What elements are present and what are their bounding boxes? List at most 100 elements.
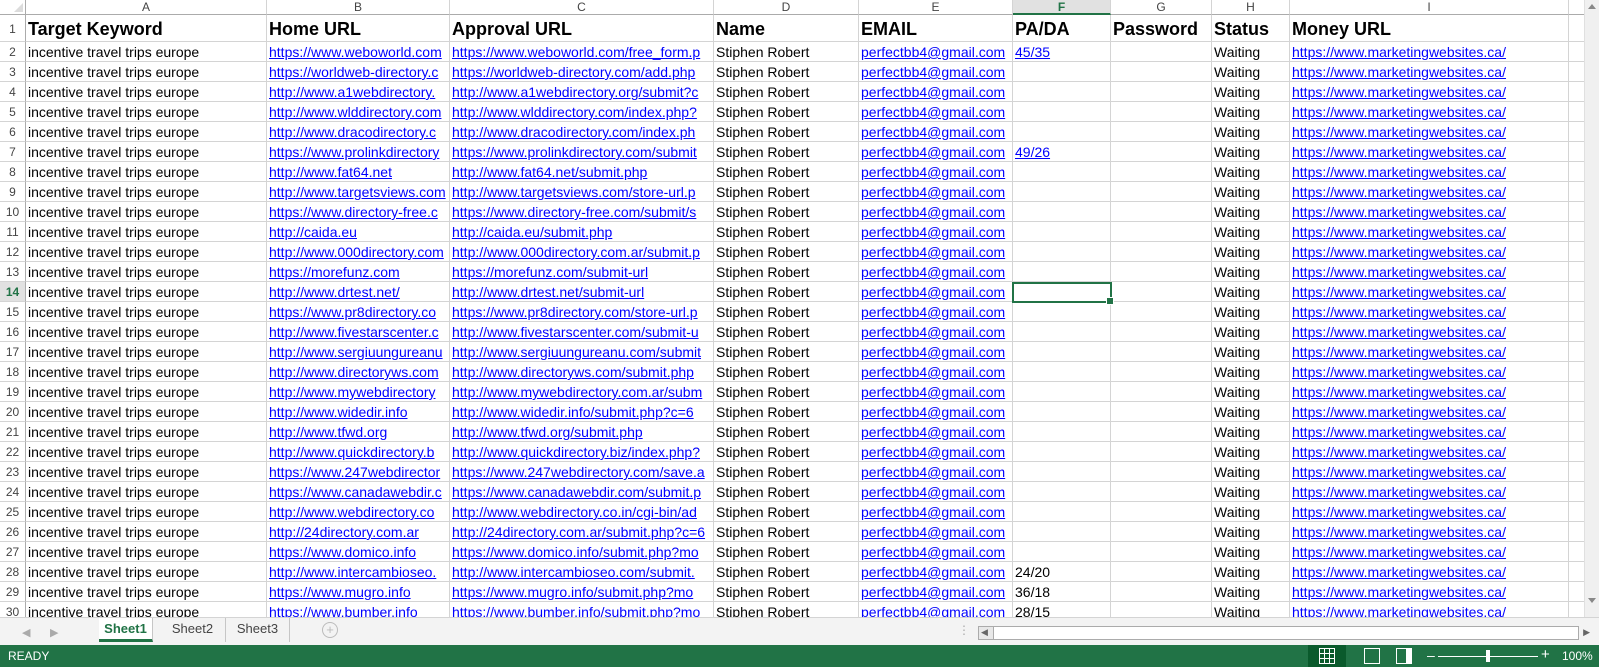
cell-password[interactable]	[1111, 482, 1212, 502]
cell-name[interactable]: Stiphen Robert	[714, 142, 859, 162]
cell-name[interactable]: Stiphen Robert	[714, 362, 859, 382]
cell-pa-da[interactable]	[1013, 502, 1111, 522]
cell-password[interactable]	[1111, 42, 1212, 62]
row-header[interactable]: 2	[0, 42, 26, 62]
cell-pa-da[interactable]: 45/35	[1013, 42, 1111, 62]
cell-status[interactable]: Waiting	[1212, 162, 1290, 182]
cell-home-url[interactable]: https://www.directory-free.c	[267, 202, 450, 222]
row-header[interactable]: 5	[0, 102, 26, 122]
cell-home-url[interactable]: https://worldweb-directory.c	[267, 62, 450, 82]
cell-home-url[interactable]: http://www.fat64.net	[267, 162, 450, 182]
cell-home-url[interactable]: http://www.directoryws.com	[267, 362, 450, 382]
page-layout-icon[interactable]	[1364, 648, 1380, 664]
cell-target-keyword[interactable]: incentive travel trips europe	[26, 382, 267, 402]
cell-name[interactable]: Stiphen Robert	[714, 322, 859, 342]
column-header-d[interactable]: D	[714, 0, 859, 15]
cell-approval-url[interactable]: https://www.247webdirectory.com/save.a	[450, 462, 714, 482]
cell-target-keyword[interactable]: incentive travel trips europe	[26, 462, 267, 482]
cell-status[interactable]: Waiting	[1212, 362, 1290, 382]
cell-name[interactable]: Stiphen Robert	[714, 582, 859, 602]
zoom-in-icon[interactable]: +	[1541, 646, 1550, 663]
cell-email[interactable]: perfectbb4@gmail.com	[859, 402, 1013, 422]
cell-name[interactable]: Stiphen Robert	[714, 82, 859, 102]
cell-status[interactable]: Waiting	[1212, 602, 1290, 617]
cell-status[interactable]: Waiting	[1212, 582, 1290, 602]
cell-money-url[interactable]: https://www.marketingwebsites.ca/	[1290, 382, 1569, 402]
cell-email[interactable]: perfectbb4@gmail.com	[859, 262, 1013, 282]
cell-status[interactable]: Waiting	[1212, 322, 1290, 342]
cell-email[interactable]: perfectbb4@gmail.com	[859, 182, 1013, 202]
cell-status[interactable]: Waiting	[1212, 522, 1290, 542]
scroll-right-icon[interactable]: ▶	[1583, 627, 1590, 638]
cell-status[interactable]: Waiting	[1212, 222, 1290, 242]
cell-status[interactable]: Waiting	[1212, 42, 1290, 62]
cell-status[interactable]: Waiting	[1212, 202, 1290, 222]
cell-password[interactable]	[1111, 462, 1212, 482]
cell-money-url[interactable]: https://www.marketingwebsites.ca/	[1290, 322, 1569, 342]
cell-status[interactable]: Waiting	[1212, 382, 1290, 402]
cell-name[interactable]: Stiphen Robert	[714, 402, 859, 422]
row-header[interactable]: 22	[0, 442, 26, 462]
row-header[interactable]: 27	[0, 542, 26, 562]
cell-name[interactable]: Stiphen Robert	[714, 42, 859, 62]
row-header[interactable]: 17	[0, 342, 26, 362]
row-header[interactable]: 29	[0, 582, 26, 602]
cell-home-url[interactable]: https://www.weboworld.com	[267, 42, 450, 62]
cell-approval-url[interactable]: https://www.domico.info/submit.php?mo	[450, 542, 714, 562]
cell-home-url[interactable]: https://www.pr8directory.co	[267, 302, 450, 322]
scroll-down-icon[interactable]	[1588, 598, 1596, 603]
cell-target-keyword[interactable]: incentive travel trips europe	[26, 482, 267, 502]
cell-email[interactable]: perfectbb4@gmail.com	[859, 162, 1013, 182]
cell-money-url[interactable]: https://www.marketingwebsites.ca/	[1290, 242, 1569, 262]
cell-approval-url[interactable]: http://www.targetsviews.com/store-url.p	[450, 182, 714, 202]
cell-name[interactable]: Stiphen Robert	[714, 102, 859, 122]
cell-password[interactable]	[1111, 162, 1212, 182]
cell-home-url[interactable]: http://www.tfwd.org	[267, 422, 450, 442]
cell-status[interactable]: Waiting	[1212, 442, 1290, 462]
scroll-up-icon[interactable]	[1588, 4, 1596, 9]
column-header-i[interactable]: I	[1290, 0, 1569, 15]
cell-pa-da[interactable]	[1013, 62, 1111, 82]
cell-target-keyword[interactable]: incentive travel trips europe	[26, 242, 267, 262]
cell-email[interactable]: perfectbb4@gmail.com	[859, 502, 1013, 522]
prev-sheet-icon[interactable]: ◀	[22, 626, 30, 639]
horizontal-scrollbar[interactable]: ◀ ▶	[978, 626, 1590, 640]
cell-target-keyword[interactable]: incentive travel trips europe	[26, 542, 267, 562]
cell-money-url[interactable]: https://www.marketingwebsites.ca/	[1290, 82, 1569, 102]
cell-target-keyword[interactable]: incentive travel trips europe	[26, 362, 267, 382]
cell-approval-url[interactable]: http://www.tfwd.org/submit.php	[450, 422, 714, 442]
cell-money-url[interactable]: https://www.marketingwebsites.ca/	[1290, 122, 1569, 142]
scroll-left-icon[interactable]: ◀	[981, 627, 988, 638]
cell-approval-url[interactable]: https://www.mugro.info/submit.php?mo	[450, 582, 714, 602]
cell-approval-url[interactable]: https://www.bumber.info/submit.php?mo	[450, 602, 714, 617]
row-header[interactable]: 1	[0, 15, 26, 42]
row-header[interactable]: 6	[0, 122, 26, 142]
cell-target-keyword[interactable]: incentive travel trips europe	[26, 42, 267, 62]
cell-pa-da[interactable]	[1013, 322, 1111, 342]
cell-pa-da[interactable]	[1013, 482, 1111, 502]
cell-approval-url[interactable]: http://www.directoryws.com/submit.php	[450, 362, 714, 382]
cell-email[interactable]: perfectbb4@gmail.com	[859, 442, 1013, 462]
cell-pa-da[interactable]	[1013, 202, 1111, 222]
cell-password[interactable]	[1111, 582, 1212, 602]
cell-home-url[interactable]: http://www.dracodirectory.c	[267, 122, 450, 142]
cell-pa-da[interactable]	[1013, 462, 1111, 482]
cell-target-keyword[interactable]: incentive travel trips europe	[26, 342, 267, 362]
cell-email[interactable]: perfectbb4@gmail.com	[859, 482, 1013, 502]
row-header[interactable]: 24	[0, 482, 26, 502]
cell-target-keyword[interactable]: Target Keyword	[26, 15, 267, 42]
cell-password[interactable]	[1111, 182, 1212, 202]
row-header[interactable]: 16	[0, 322, 26, 342]
cell-password[interactable]	[1111, 602, 1212, 617]
cell-pa-da[interactable]	[1013, 442, 1111, 462]
row-header[interactable]: 8	[0, 162, 26, 182]
cell-target-keyword[interactable]: incentive travel trips europe	[26, 322, 267, 342]
cell-approval-url[interactable]: http://www.widedir.info/submit.php?c=6	[450, 402, 714, 422]
cell-status[interactable]: Waiting	[1212, 262, 1290, 282]
cell-status[interactable]: Waiting	[1212, 562, 1290, 582]
cell-status[interactable]: Waiting	[1212, 142, 1290, 162]
cell-name[interactable]: Stiphen Robert	[714, 482, 859, 502]
cell-pa-da[interactable]	[1013, 162, 1111, 182]
cell-password[interactable]	[1111, 222, 1212, 242]
cell-money-url[interactable]: https://www.marketingwebsites.ca/	[1290, 482, 1569, 502]
